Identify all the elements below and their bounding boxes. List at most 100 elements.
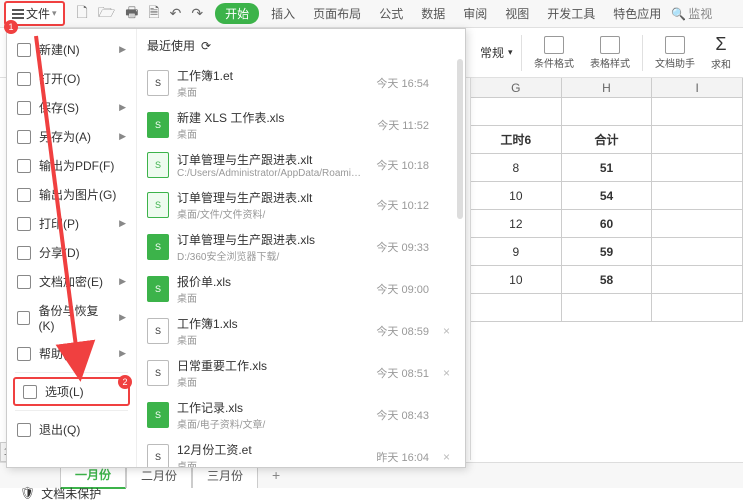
file-name: 工作记录.xls bbox=[177, 399, 362, 416]
col-header-i[interactable]: I bbox=[652, 78, 743, 97]
number-format-dropdown[interactable]: 常规 ▾ bbox=[480, 44, 513, 61]
file-name: 工作簿1.xls bbox=[177, 315, 362, 332]
tab-formula[interactable]: 公式 bbox=[377, 3, 405, 24]
recent-file-item[interactable]: S订单管理与生产跟进表.xlt桌面/文件/文件资料/今天 10:12 bbox=[143, 184, 459, 226]
file-time: 今天 08:43 bbox=[376, 407, 429, 423]
menu-label: 打印(P) bbox=[39, 215, 79, 232]
file-time: 今天 09:33 bbox=[376, 239, 429, 255]
qat-save-icon[interactable]: 🗋 bbox=[77, 2, 88, 26]
file-path: 桌面/文件/文件资料/ bbox=[177, 206, 362, 221]
file-name: 工作簿1.et bbox=[177, 67, 362, 84]
callout-badge-2: 2 bbox=[118, 375, 132, 389]
file-time: 今天 08:51 bbox=[376, 365, 429, 381]
qat-redo-icon[interactable]: ↷ bbox=[191, 5, 203, 22]
file-name: 报价单.xls bbox=[177, 273, 362, 290]
menu-item[interactable]: 另存为(A)▶ bbox=[7, 122, 136, 151]
menu-item[interactable]: 输出为图片(G) bbox=[7, 180, 136, 209]
file-icon: S bbox=[147, 70, 169, 96]
recent-file-item[interactable]: S12月份工资.et桌面昨天 16:04× bbox=[143, 436, 459, 467]
file-time: 今天 10:18 bbox=[376, 157, 429, 173]
refresh-icon[interactable]: ⟳ bbox=[201, 39, 211, 53]
menu-icon bbox=[17, 72, 31, 86]
menu-label: 打开(O) bbox=[39, 70, 80, 87]
menu-label: 帮助(H) bbox=[39, 345, 80, 362]
close-icon[interactable]: × bbox=[443, 366, 455, 380]
menu-item[interactable]: 分享(D) bbox=[7, 238, 136, 267]
tab-special[interactable]: 特色应用 bbox=[611, 3, 663, 24]
menu-item[interactable]: 备份与恢复(K) ▶ bbox=[7, 296, 136, 339]
file-dropdown-panel: 新建(N)▶打开(O)保存(S)▶另存为(A)▶输出为PDF(F)输出为图片(G… bbox=[6, 28, 466, 468]
menu-item[interactable]: 新建(N)▶ bbox=[7, 35, 136, 64]
menu-label: 选项(L) bbox=[45, 383, 84, 400]
recent-file-item[interactable]: S工作簿1.et桌面今天 16:54 bbox=[143, 62, 459, 104]
menu-icon bbox=[17, 275, 31, 289]
ribbon-sum[interactable]: Σ求和 bbox=[707, 34, 735, 71]
recent-file-item[interactable]: S订单管理与生产跟进表.xltC:/Users/Administrator/Ap… bbox=[143, 146, 459, 184]
tab-review[interactable]: 审阅 bbox=[461, 3, 489, 24]
file-name: 订单管理与生产跟进表.xls bbox=[177, 231, 362, 248]
recent-file-item[interactable]: S工作簿1.xls桌面今天 08:59× bbox=[143, 310, 459, 352]
menu-label: 分享(D) bbox=[39, 244, 80, 261]
search-placeholder[interactable]: 监视 bbox=[688, 5, 712, 22]
menu-item[interactable]: 选项(L) 2 bbox=[13, 377, 130, 406]
menu-icon bbox=[23, 385, 37, 399]
tab-view[interactable]: 视图 bbox=[503, 3, 531, 24]
menu-icon bbox=[17, 159, 31, 173]
menu-icon bbox=[17, 423, 31, 437]
chevron-right-icon: ▶ bbox=[119, 102, 126, 113]
tab-layout[interactable]: 页面布局 bbox=[311, 3, 363, 24]
chevron-right-icon: ▶ bbox=[119, 312, 126, 323]
file-path: 桌面 bbox=[177, 290, 362, 305]
recent-file-item[interactable]: S新建 XLS 工作表.xls桌面今天 11:52 bbox=[143, 104, 459, 146]
ribbon-table-style[interactable]: 表格样式 bbox=[586, 36, 634, 70]
header-cell[interactable]: 工时6 bbox=[471, 126, 562, 153]
tab-data[interactable]: 数据 bbox=[419, 3, 447, 24]
menu-label: 新建(N) bbox=[39, 41, 80, 58]
search-icon: 🔍 bbox=[671, 7, 686, 21]
menu-icon bbox=[17, 101, 31, 115]
menu-item[interactable]: 退出(Q) bbox=[7, 415, 136, 444]
qat-print-icon[interactable]: 🖶 bbox=[125, 2, 138, 26]
col-header-g[interactable]: G bbox=[471, 78, 562, 97]
file-time: 今天 08:59 bbox=[376, 323, 429, 339]
spreadsheet-area[interactable]: G H I 工时6 合计 851 1054 1260 959 1058 bbox=[470, 78, 743, 460]
recent-file-item[interactable]: S工作记录.xls桌面/电子资料/文章/今天 08:43 bbox=[143, 394, 459, 436]
ribbon-conditional-format[interactable]: 条件格式 bbox=[530, 36, 578, 70]
menu-item[interactable]: 打开(O) bbox=[7, 64, 136, 93]
menu-icon bbox=[17, 130, 31, 144]
qat-open-icon[interactable]: 🗁 bbox=[98, 2, 115, 26]
recent-file-item[interactable]: S日常重要工作.xls桌面今天 08:51× bbox=[143, 352, 459, 394]
file-path: 桌面 bbox=[177, 458, 362, 467]
recent-file-item[interactable]: S订单管理与生产跟进表.xlsD:/360安全浏览器下载/今天 09:33 bbox=[143, 226, 459, 268]
col-header-h[interactable]: H bbox=[562, 78, 653, 97]
chevron-down-icon: ▾ bbox=[52, 8, 57, 19]
qat-undo-icon[interactable]: ↶ bbox=[170, 5, 182, 22]
file-time: 今天 09:00 bbox=[376, 281, 429, 297]
file-name: 订单管理与生产跟进表.xlt bbox=[177, 151, 362, 168]
menu-item[interactable]: 文档加密(E)▶ bbox=[7, 267, 136, 296]
close-icon[interactable]: × bbox=[443, 324, 455, 338]
ribbon-doc-helper[interactable]: 文档助手 bbox=[651, 36, 699, 70]
file-time: 今天 10:12 bbox=[376, 197, 429, 213]
recent-file-item[interactable]: S 报价单.xls桌面今天 09:00 bbox=[143, 268, 459, 310]
menu-item[interactable]: 保存(S) ▶ bbox=[7, 93, 136, 122]
qat-preview-icon[interactable]: 🗎 bbox=[148, 2, 159, 26]
file-path: 桌面/电子资料/文章/ bbox=[177, 416, 362, 431]
menu-label: 保存(S) bbox=[39, 99, 79, 116]
file-icon: S bbox=[147, 318, 169, 344]
file-time: 今天 11:52 bbox=[377, 117, 429, 133]
header-cell[interactable]: 合计 bbox=[562, 126, 653, 153]
menu-label: 备份与恢复(K) bbox=[38, 302, 111, 333]
file-name: 订单管理与生产跟进表.xlt bbox=[177, 189, 362, 206]
tab-dev[interactable]: 开发工具 bbox=[545, 3, 597, 24]
tab-start[interactable]: 开始 bbox=[215, 3, 259, 24]
file-name: 12月份工资.et bbox=[177, 441, 362, 458]
close-icon[interactable]: × bbox=[443, 450, 455, 464]
tab-insert[interactable]: 插入 bbox=[269, 3, 297, 24]
menu-item[interactable]: 打印(P)▶ bbox=[7, 209, 136, 238]
scrollbar[interactable] bbox=[457, 59, 463, 219]
menu-item[interactable]: 帮助(H)▶ bbox=[7, 339, 136, 368]
menu-icon bbox=[17, 188, 31, 202]
menu-item[interactable]: 输出为PDF(F) bbox=[7, 151, 136, 180]
file-icon: S bbox=[147, 276, 169, 302]
